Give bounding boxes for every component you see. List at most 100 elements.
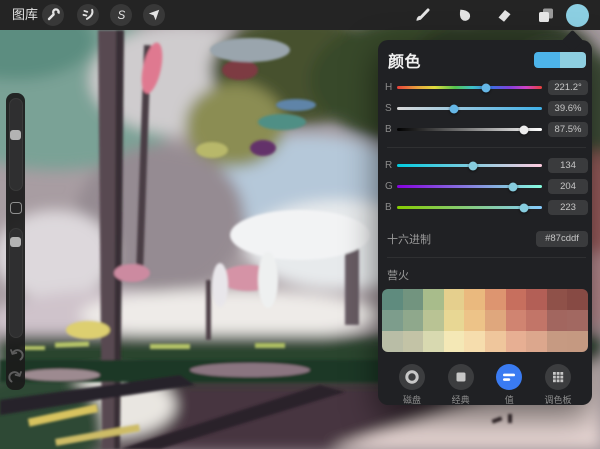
slider-thumb[interactable] xyxy=(509,182,518,191)
classic-icon xyxy=(448,364,474,390)
palette-name: 营火 xyxy=(385,267,588,281)
palette-swatch[interactable] xyxy=(485,310,506,331)
smudge-icon[interactable] xyxy=(453,4,475,26)
slider-thumb[interactable] xyxy=(519,125,528,134)
undo-icon[interactable] xyxy=(8,347,24,363)
r-slider-track[interactable] xyxy=(397,164,542,167)
slider-row-h: H 221.2° xyxy=(385,77,588,98)
color-panel: 颜色 H221.2°S39.6%B87.5% R134G204B223 十六进制… xyxy=(378,40,592,405)
panel-title: 颜色 xyxy=(388,48,421,72)
color-mode-tabs: 磁盘 经典 值 调色板 xyxy=(385,352,588,406)
palette-swatch[interactable] xyxy=(464,289,485,310)
palette-swatch[interactable] xyxy=(423,289,444,310)
palette-swatch[interactable] xyxy=(485,331,506,352)
palette-swatch[interactable] xyxy=(526,310,547,331)
brush-size-handle[interactable] xyxy=(10,130,21,140)
value-icon xyxy=(496,364,522,390)
modify-button[interactable] xyxy=(10,202,22,214)
palette-swatch[interactable] xyxy=(444,289,465,310)
palette-swatch[interactable] xyxy=(526,289,547,310)
palette-swatch[interactable] xyxy=(403,331,424,352)
adjustments-icon[interactable] xyxy=(77,4,99,26)
slider-row-b: B 87.5% xyxy=(385,119,588,140)
brush-size-slider[interactable] xyxy=(9,98,23,191)
hsb-sliders: H221.2°S39.6%B87.5% xyxy=(385,77,588,140)
palette-swatch[interactable] xyxy=(464,310,485,331)
disc-icon xyxy=(399,364,425,390)
palette-swatch[interactable] xyxy=(567,289,588,310)
palette-swatch[interactable] xyxy=(506,331,527,352)
slider-label: R xyxy=(385,160,397,171)
palette-swatch[interactable] xyxy=(403,289,424,310)
slider-label: H xyxy=(385,82,397,93)
b-slider-track[interactable] xyxy=(397,128,542,131)
palette-swatch[interactable] xyxy=(547,289,568,310)
palette-swatch[interactable] xyxy=(567,331,588,352)
redo-icon[interactable] xyxy=(8,369,24,385)
palette-swatch[interactable] xyxy=(464,331,485,352)
divider xyxy=(387,147,586,148)
layers-icon[interactable] xyxy=(534,4,556,26)
b2-slider-track[interactable] xyxy=(397,206,542,209)
palette-swatch[interactable] xyxy=(444,310,465,331)
color-swatch-pill[interactable] xyxy=(534,52,586,68)
slider-label: G xyxy=(385,181,397,192)
slider-thumb[interactable] xyxy=(519,203,528,212)
procreate-app: 图库 S xyxy=(0,0,600,449)
s-slider-track[interactable] xyxy=(397,107,542,110)
g-slider-track[interactable] xyxy=(397,185,542,188)
palette-swatch[interactable] xyxy=(567,310,588,331)
palettes-icon xyxy=(545,364,571,390)
palette-grid xyxy=(382,289,588,352)
transform-icon[interactable] xyxy=(143,4,165,26)
top-toolbar: 图库 S xyxy=(0,0,600,30)
opacity-handle[interactable] xyxy=(10,237,21,247)
slider-label: B xyxy=(385,202,397,213)
palette-swatch[interactable] xyxy=(506,310,527,331)
gallery-button[interactable]: 图库 xyxy=(12,0,38,30)
tab-disc[interactable]: 磁盘 xyxy=(392,364,432,406)
tab-value[interactable]: 值 xyxy=(489,364,529,406)
wrench-icon[interactable] xyxy=(42,4,64,26)
brush-icon[interactable] xyxy=(412,4,434,26)
palette-swatch[interactable] xyxy=(547,331,568,352)
palette-swatch[interactable] xyxy=(382,310,403,331)
h-value-box[interactable]: 221.2° xyxy=(548,80,588,95)
current-color-button[interactable] xyxy=(566,4,589,27)
g-value-box[interactable]: 204 xyxy=(548,179,588,194)
palette-swatch[interactable] xyxy=(547,310,568,331)
swatch-left xyxy=(534,52,560,68)
slider-row-b2: B 223 xyxy=(385,197,588,218)
slider-thumb[interactable] xyxy=(469,161,478,170)
palette-swatch[interactable] xyxy=(382,331,403,352)
palette-swatch[interactable] xyxy=(506,289,527,310)
svg-text:S: S xyxy=(118,9,126,22)
selection-icon[interactable]: S xyxy=(110,4,132,26)
b2-value-box[interactable]: 223 xyxy=(548,200,588,215)
eraser-icon[interactable] xyxy=(493,4,515,26)
palette-swatch[interactable] xyxy=(423,331,444,352)
divider xyxy=(387,257,586,258)
slider-label: B xyxy=(385,124,397,135)
h-slider-track[interactable] xyxy=(397,86,542,89)
hex-label: 十六进制 xyxy=(385,231,431,247)
s-value-box[interactable]: 39.6% xyxy=(548,101,588,116)
r-value-box[interactable]: 134 xyxy=(548,158,588,173)
slider-row-r: R 134 xyxy=(385,155,588,176)
palette-swatch[interactable] xyxy=(485,289,506,310)
b-value-box[interactable]: 87.5% xyxy=(548,122,588,137)
brush-sidebar xyxy=(6,93,25,390)
swatch-right xyxy=(560,52,586,68)
tab-palettes[interactable]: 调色板 xyxy=(538,364,578,406)
opacity-slider[interactable] xyxy=(9,228,23,338)
tab-classic[interactable]: 经典 xyxy=(441,364,481,406)
slider-row-g: G 204 xyxy=(385,176,588,197)
palette-swatch[interactable] xyxy=(423,310,444,331)
slider-thumb[interactable] xyxy=(482,83,491,92)
palette-swatch[interactable] xyxy=(526,331,547,352)
palette-swatch[interactable] xyxy=(444,331,465,352)
palette-swatch[interactable] xyxy=(382,289,403,310)
slider-thumb[interactable] xyxy=(450,104,459,113)
hex-value-box[interactable]: #87cddf xyxy=(536,231,588,247)
palette-swatch[interactable] xyxy=(403,310,424,331)
